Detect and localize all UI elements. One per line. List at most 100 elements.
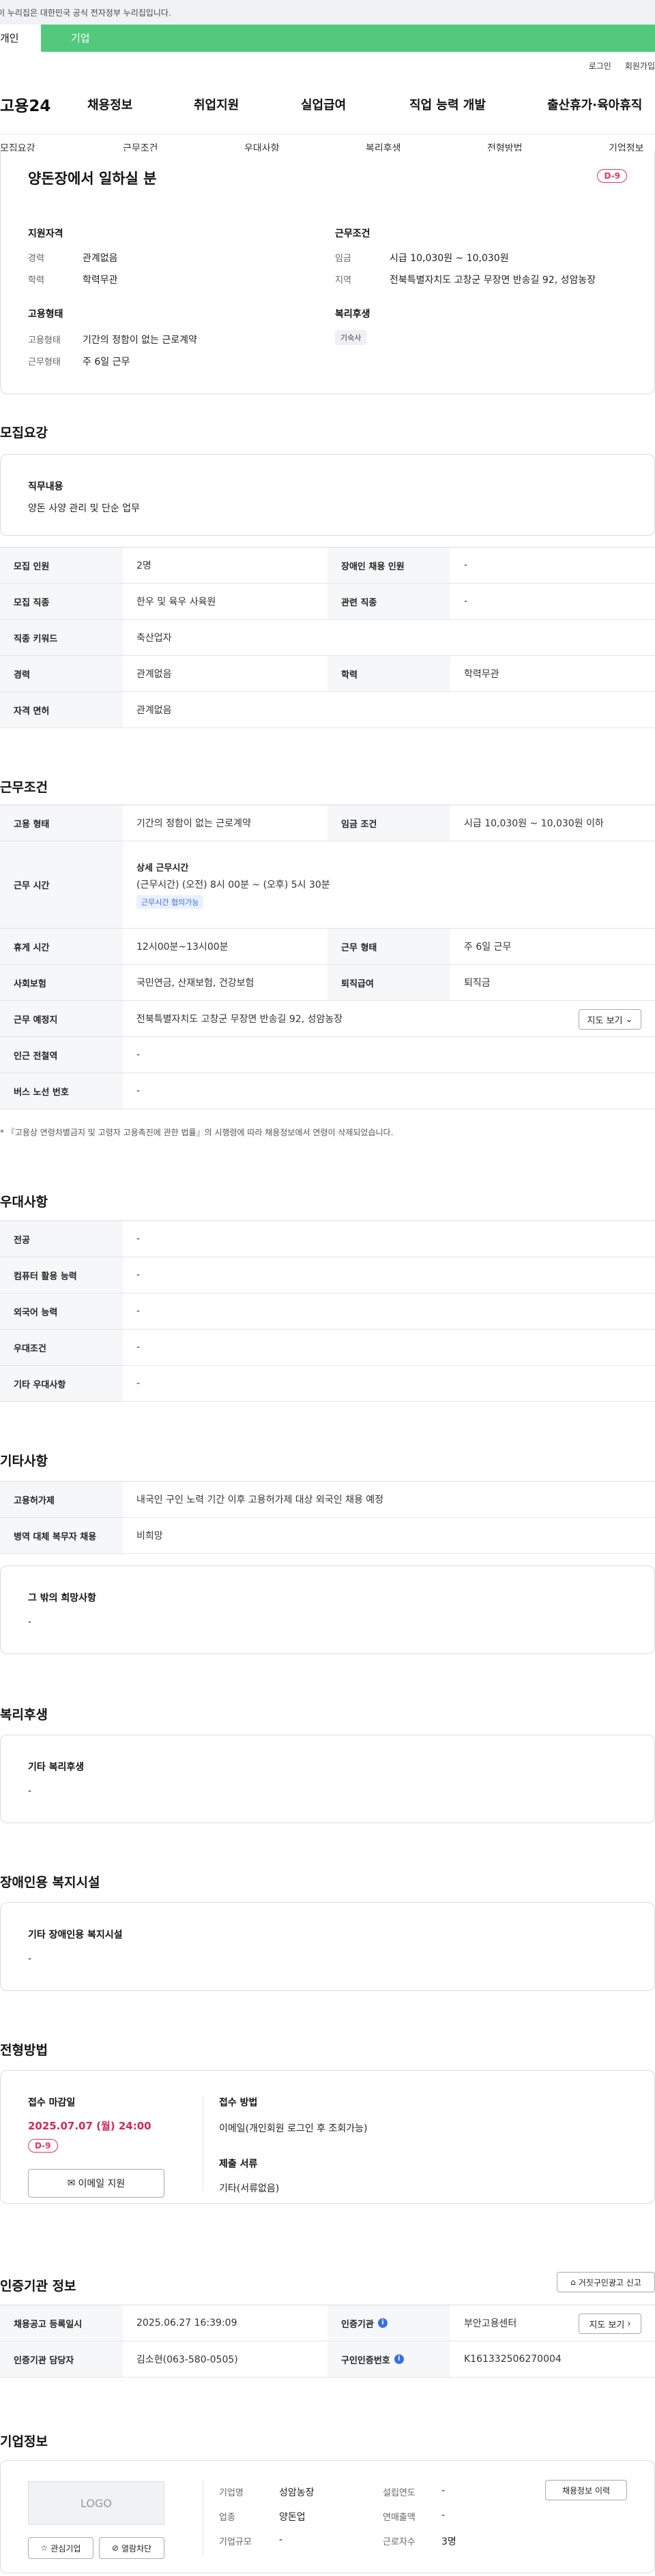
manager-value: 김소현(063-580-0505) (136, 2354, 238, 2365)
hiring-history-button[interactable]: 채용정보 이력 (545, 2480, 627, 2500)
disabled-facility-etc-value: - (28, 1953, 32, 1964)
gnb-item-parental-leave[interactable]: 출산휴가·육아휴직 (547, 95, 642, 113)
job-type-label: 모집 직종 (0, 584, 123, 619)
break-value: 12시00분~13시00분 (136, 942, 229, 953)
table-row: 컴퓨터 활용 능력 - (0, 1257, 655, 1293)
interest-label: 관심기업 (50, 2543, 81, 2553)
cond-wage-label: 임금 조건 (328, 805, 450, 841)
language-label: 외국어 능력 (0, 1293, 123, 1329)
founded-value: - (441, 2485, 446, 2496)
industry-value: 양돈업 (279, 2512, 306, 2523)
block-view-button[interactable]: ⊘ 열람차단 (99, 2537, 164, 2559)
etc-pref-label: 기타 우대사항 (0, 1366, 123, 1401)
deadline-label: 접수 마감일 (28, 2097, 76, 2108)
recruit-edu-value: 학력무관 (464, 669, 499, 680)
break-label: 휴게 시간 (0, 929, 123, 964)
wish-title: 그 밖의 희망사항 (28, 1593, 96, 1604)
table-row: 휴게 시간 12시00분~13시00분 근무 형태 주 6일 근무 (0, 929, 655, 965)
table-row: 경력 관계없음 학력 학력무관 (0, 656, 655, 692)
wage-value: 시급 10,030원 ~ 10,030원 (390, 253, 509, 264)
table-row: 근무 시간 상세 근무시간 (근무시간) (오전) 8시 00분 ~ (오후) … (0, 841, 655, 929)
related-job-label: 관련 직종 (328, 584, 450, 619)
employees-label: 근로자수 (383, 2537, 416, 2547)
chevron-down-icon: ⌄ (625, 1014, 633, 1025)
founded-label: 설립연도 (383, 2488, 416, 2498)
tab-company[interactable]: 기업 (41, 25, 90, 52)
welfare-etc-value: - (28, 1786, 32, 1797)
wage-label: 임금 (335, 254, 351, 264)
email-apply-button[interactable]: ✉ 이메일 지원 (28, 2169, 164, 2198)
other-wishes-card: 그 밖의 희망사항 - (0, 1566, 655, 1654)
career-value: 관계없음 (83, 253, 118, 264)
site-logo[interactable]: 고용24 (0, 93, 50, 116)
info-icon[interactable]: i (377, 2318, 388, 2328)
selection-dday-badge: D-9 (28, 2139, 58, 2153)
info-icon[interactable]: i (394, 2354, 404, 2364)
gnb-item-employment-support[interactable]: 취업지원 (194, 95, 239, 113)
age-law-note: * 『고용상 연령차별금지 및 고령자 고용촉진에 관한 법률』의 시행령에 따… (0, 1128, 394, 1137)
gnb-item-jobs[interactable]: 채용정보 (87, 95, 132, 113)
computer-value: - (136, 1270, 141, 1280)
qualification-title: 지원자격 (28, 228, 63, 239)
bus-value: - (136, 1085, 141, 1096)
interest-company-button[interactable]: ☆ 관심기업 (28, 2537, 93, 2559)
login-link[interactable]: 로그인 (589, 60, 611, 72)
agency-section-title: 인증기관 정보 (0, 2279, 76, 2294)
permit-value: 내국인 구인 노력 기간 이후 고용허가제 대상 외국인 채용 예정 (136, 1495, 384, 1506)
report-fake-ad-label: 거짓구인광고 신고 (578, 2277, 641, 2288)
company-name-value: 성암농장 (279, 2487, 315, 2498)
region-label: 지역 (335, 275, 351, 286)
location-value: 전북특별자치도 고창군 무장면 반송길 92, 성암농장 (136, 1014, 343, 1025)
table-row: 채용공고 등록일시 2025.06.27 16:39:09 인증기관 i 부안고용센터… (0, 2305, 655, 2341)
block-icon: ⊘ (111, 2543, 119, 2553)
headcount-label: 모집 인원 (0, 548, 123, 583)
tab-personal[interactable]: 개인 (0, 25, 41, 52)
cond-emp-type-value: 기간의 정함이 없는 근로계약 (136, 818, 251, 829)
cert-no-label: 구인인증번호 (341, 2355, 390, 2366)
gnb-item-unemployment-benefit[interactable]: 실업급여 (301, 95, 346, 113)
bus-label: 버스 노선 번호 (0, 1073, 123, 1109)
license-value: 관계없음 (136, 705, 172, 716)
table-row: 외국어 능력 - (0, 1293, 655, 1330)
email-apply-label: 이메일 지원 (78, 2178, 126, 2189)
welfare-card: 기타 복리후생 - (0, 1735, 655, 1823)
join-link[interactable]: 회원가입 (625, 60, 655, 72)
military-label: 병역 대체 복무자 채용 (0, 1518, 123, 1553)
agency-map-button[interactable]: 지도 보기 › (579, 2313, 641, 2334)
military-value: 비희망 (136, 1531, 163, 1542)
gov-banner: 이 누리집은 대한민국 공식 전자정부 누리집입니다. (0, 0, 655, 25)
map-view-button[interactable]: 지도 보기 ⌄ (579, 1009, 641, 1030)
work-form-value: 주 6일 근무 (83, 357, 130, 368)
logo-text: LOGO (81, 2496, 112, 2510)
region-value: 전북특별자치도 고창군 무장면 반송길 92, 성암농장 (390, 275, 596, 286)
disabled-facility-section-title: 장애인용 복지시설 (0, 1875, 100, 1890)
deadline-value: 2025.07.07 (월) 24:00 (28, 2120, 151, 2132)
cert-no-value: K161332506270004 (464, 2354, 562, 2365)
table-row: 모집 인원 2명 장애인 채용 인원 - (0, 548, 655, 584)
gnb-item-job-skill[interactable]: 직업 능력 개발 (409, 95, 486, 113)
job-type-value: 한우 및 육우 사육원 (136, 597, 216, 608)
emp-type-label: 고용형태 (28, 335, 61, 346)
method-value: 이메일(개인회원 로그인 후 조회가능) (219, 2123, 368, 2134)
report-icon: ⌂ (570, 2277, 576, 2287)
related-job-value: - (464, 596, 468, 607)
docs-value: 기타(서류없음) (219, 2183, 280, 2194)
table-row: 우대조건 - (0, 1330, 655, 1366)
cond-hours-label: 근무 시간 (0, 841, 123, 928)
recruit-career-label: 경력 (0, 656, 123, 691)
report-fake-ad-button[interactable]: ⌂ 거짓구인광고 신고 (557, 2272, 655, 2292)
job-summary-card: 양돈장에서 일하실 분 D-9 지원자격 경력 관계없음 학력 학력무관 근무조… (0, 151, 655, 394)
preferences-table: 전공 - 컴퓨터 활용 능력 - 외국어 능력 - 우대조건 - 기타 우대사항 - (0, 1220, 655, 1402)
etc-pref-value: - (136, 1378, 141, 1389)
welfare-tag: 기숙사 (335, 330, 367, 345)
method-label: 접수 방법 (219, 2097, 258, 2108)
user-type-tabs: 개인 기업 (0, 25, 655, 52)
hiring-history-label: 채용정보 이력 (562, 2485, 611, 2496)
job-keyword-value: 축산업자 (136, 633, 172, 644)
emp-type-value: 기간의 정함이 없는 근로계약 (83, 335, 197, 346)
disabled-facility-card: 기타 장애인용 복지시설 - (0, 1902, 655, 1991)
recruit-table: 모집 인원 2명 장애인 채용 인원 - 모집 직종 한우 및 육우 사육원 관련 직… (0, 547, 655, 728)
language-value: - (136, 1306, 141, 1317)
table-row: 인증기관 담당자 김소현(063-580-0505) 구인인증번호 i K161332… (0, 2341, 655, 2378)
revenue-label: 연매출액 (383, 2513, 416, 2523)
